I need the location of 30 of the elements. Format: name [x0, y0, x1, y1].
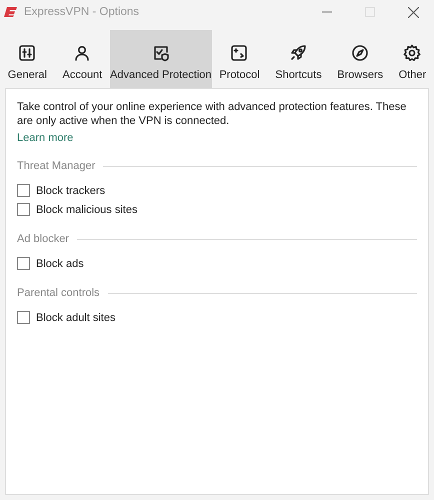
option-label: Block adult sites: [36, 312, 116, 324]
section-title: Parental controls: [17, 287, 100, 299]
tab[interactable]: Other: [390, 30, 434, 88]
person-icon: [73, 44, 92, 62]
tab[interactable]: Account: [54, 30, 110, 88]
protocol-icon: [230, 44, 248, 62]
close-icon[interactable]: [408, 6, 419, 18]
checkbox[interactable]: [17, 184, 30, 197]
checkbox[interactable]: [17, 311, 30, 324]
section-title: Ad blocker: [17, 233, 69, 245]
tab[interactable]: Browsers: [329, 30, 391, 88]
sliders-icon: [18, 44, 36, 62]
tab[interactable]: Protocol: [212, 30, 268, 88]
window-title: ExpressVPN - Options: [24, 6, 140, 18]
checkbox[interactable]: [17, 203, 30, 216]
app-logo-icon: [4, 6, 18, 18]
learn-more-link[interactable]: Learn more: [17, 132, 74, 144]
gear-icon: [403, 44, 422, 62]
shield-icon: [152, 44, 170, 62]
section-title: Threat Manager: [17, 160, 96, 172]
option-label: Block ads: [36, 258, 84, 270]
rocket-icon: [289, 44, 308, 62]
tab[interactable]: General: [0, 30, 55, 88]
compass-icon: [351, 44, 370, 62]
description: Take control of your online experience with advanced protection features. These are only active when the VPN is connected.: [17, 100, 408, 128]
tab[interactable]: Advanced Protection: [110, 30, 212, 88]
option-label: Block malicious sites: [36, 204, 138, 216]
option-label: Block trackers: [36, 184, 106, 196]
tab[interactable]: Shortcuts: [267, 30, 330, 88]
checkbox[interactable]: [17, 257, 30, 270]
